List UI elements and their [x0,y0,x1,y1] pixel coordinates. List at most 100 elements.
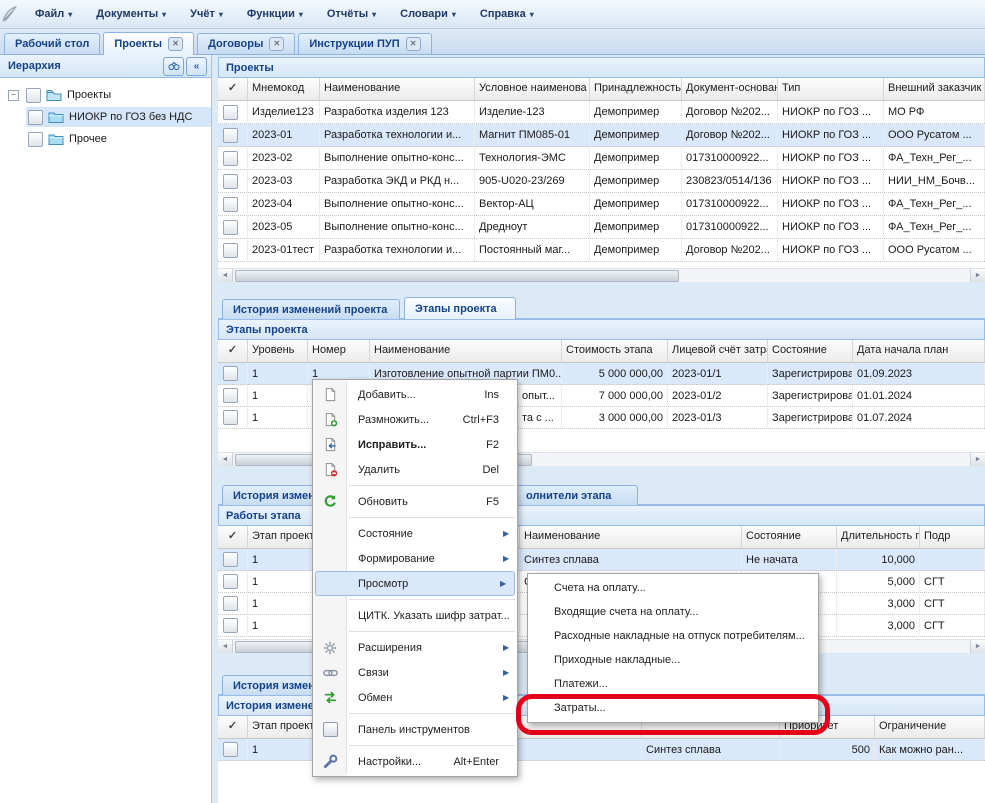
column-header[interactable]: ✓ [218,526,248,548]
projects-horizontal-scrollbar[interactable]: ◄ ► [218,268,985,282]
column-header[interactable]: Лицевой счёт затрат. [668,340,768,362]
tree-node-2[interactable]: Прочее [0,128,211,150]
scroll-thumb[interactable] [235,270,679,282]
project-row[interactable]: 2023-02Выполнение опытно-конс...Технолог… [218,147,985,170]
column-header[interactable]: Дата начала план [853,340,985,362]
menu-item-14[interactable]: Связи▶ [313,660,517,685]
menu-item-shortcut: Alt+Enter [453,756,503,768]
submenu-item-3[interactable]: Приходные накладные... [528,648,818,672]
column-header[interactable]: ✓ [218,716,248,738]
row-checkbox[interactable] [223,174,238,189]
submenu-item-1[interactable]: Входящие счета на оплату... [528,600,818,624]
menu-item-3[interactable]: УдалитьDel [313,457,517,482]
scroll-right-icon[interactable]: ► [970,269,985,282]
submenu-item-2[interactable]: Расходные накладные на отпуск потребител… [528,624,818,648]
row-checkbox[interactable] [223,243,238,258]
column-header[interactable]: Номер [308,340,370,362]
row-checkbox[interactable] [223,742,238,757]
checkbox-icon[interactable] [323,722,338,737]
tree-checkbox[interactable] [28,110,43,125]
column-header[interactable]: Состояние [742,526,837,548]
submenu-item-4[interactable]: Платежи... [528,672,818,696]
column-header[interactable]: Наименование [370,340,562,362]
column-header[interactable]: Документ-основан [682,78,778,100]
tree-node-0[interactable]: −Проекты [0,84,211,106]
tree-checkbox[interactable] [28,132,43,147]
project-row[interactable]: 2023-01тестРазработка технологии и...Пос… [218,239,985,262]
menubar-item-2[interactable]: Учёт▾ [181,5,232,23]
row-checkbox[interactable] [223,410,238,425]
row-checkbox[interactable] [223,574,238,589]
row-checkbox[interactable] [223,151,238,166]
row-checkbox[interactable] [223,388,238,403]
column-header[interactable]: Стоимость этапа [562,340,668,362]
menu-item-0[interactable]: Добавить...Ins [313,382,517,407]
menu-item-19[interactable]: Настройки...Alt+Enter [313,749,517,774]
column-header[interactable]: Состояние [768,340,853,362]
column-header[interactable]: ✓ [218,78,248,100]
tab-close-icon[interactable]: ✕ [406,37,421,51]
menubar-item-0[interactable]: Файл▾ [26,5,81,23]
menu-item-13[interactable]: Расширения▶ [313,635,517,660]
column-header[interactable]: Подр [920,526,985,548]
row-checkbox[interactable] [223,618,238,633]
column-header[interactable]: Принадлежность [590,78,682,100]
search-binoculars-button[interactable] [163,57,184,76]
column-header[interactable]: Внешний заказчик [884,78,985,100]
menubar-item-4[interactable]: Отчёты▾ [318,5,385,23]
row-checkbox[interactable] [223,128,238,143]
menu-item-7[interactable]: Состояние▶ [313,521,517,546]
row-checkbox[interactable] [223,197,238,212]
project-row[interactable]: 2023-05Выполнение опытно-конс...Дредноут… [218,216,985,239]
column-header[interactable]: Наименование [320,78,475,100]
menu-item-8[interactable]: Формирование▶ [313,546,517,571]
tab-close-icon[interactable]: ✕ [269,37,284,51]
menubar-item-5[interactable]: Словари▾ [391,5,465,23]
column-header[interactable]: Наименование [520,526,742,548]
menu-item-17[interactable]: Панель инструментов [313,717,517,742]
tab-3[interactable]: Инструкции ПУП✕ [298,33,431,54]
row-checkbox[interactable] [223,220,238,235]
column-header[interactable]: Тип [778,78,884,100]
tree-collapse-icon[interactable]: − [8,90,19,101]
tree-node-1[interactable]: НИОКР по ГОЗ без НДС [0,106,211,128]
project-row[interactable]: 2023-01Разработка технологии и...Магнит … [218,124,985,147]
project-row[interactable]: 2023-04Выполнение опытно-конс...Вектор-А… [218,193,985,216]
row-checkbox[interactable] [223,596,238,611]
submenu-item-0[interactable]: Счета на оплату... [528,576,818,600]
menubar-item-6[interactable]: Справка▾ [471,5,543,23]
menubar-item-3[interactable]: Функции▾ [238,5,312,23]
scroll-right-icon[interactable]: ► [970,453,985,466]
column-header[interactable]: Мнемокод [248,78,320,100]
scroll-left-icon[interactable]: ◄ [218,269,233,282]
scroll-left-icon[interactable]: ◄ [218,453,233,466]
tab-project-history[interactable]: История изменений проекта [222,299,400,319]
scroll-right-icon[interactable]: ► [970,640,985,653]
column-header[interactable]: Ограничение [875,716,985,738]
column-header[interactable]: Уровень [248,340,308,362]
project-row[interactable]: Изделие123Разработка изделия 123Изделие-… [218,101,985,124]
menu-item-11[interactable]: ЦИТК. Указать шифр затрат... [313,603,517,628]
column-header[interactable]: Условное наименова [475,78,590,100]
menu-item-15[interactable]: Обмен▶ [313,685,517,710]
scroll-left-icon[interactable]: ◄ [218,640,233,653]
menu-item-2[interactable]: Исправить...F2 [313,432,517,457]
tab-0[interactable]: Рабочий стол [4,33,100,54]
tab-project-stages[interactable]: Этапы проекта [404,297,516,319]
menu-item-1[interactable]: Размножить...Ctrl+F3 [313,407,517,432]
tree-checkbox[interactable] [26,88,41,103]
menu-item-5[interactable]: ОбновитьF5 [313,489,517,514]
project-row[interactable]: 2023-03Разработка ЭКД и РКД н...905-U020… [218,170,985,193]
row-checkbox[interactable] [223,552,238,567]
tab-1[interactable]: Проекты✕ [103,32,194,55]
row-checkbox[interactable] [223,366,238,381]
column-header[interactable]: Длительность план▼ [837,526,920,548]
menu-item-9[interactable]: Просмотр▶ [315,571,515,596]
collapse-panel-button[interactable]: « [186,57,207,76]
row-checkbox[interactable] [223,105,238,120]
tab-close-icon[interactable]: ✕ [168,37,183,51]
tab-2[interactable]: Договоры✕ [197,33,295,54]
menubar-item-1[interactable]: Документы▾ [87,5,175,23]
submenu-item-5[interactable]: Затраты... [528,696,818,720]
column-header[interactable]: ✓ [218,340,248,362]
